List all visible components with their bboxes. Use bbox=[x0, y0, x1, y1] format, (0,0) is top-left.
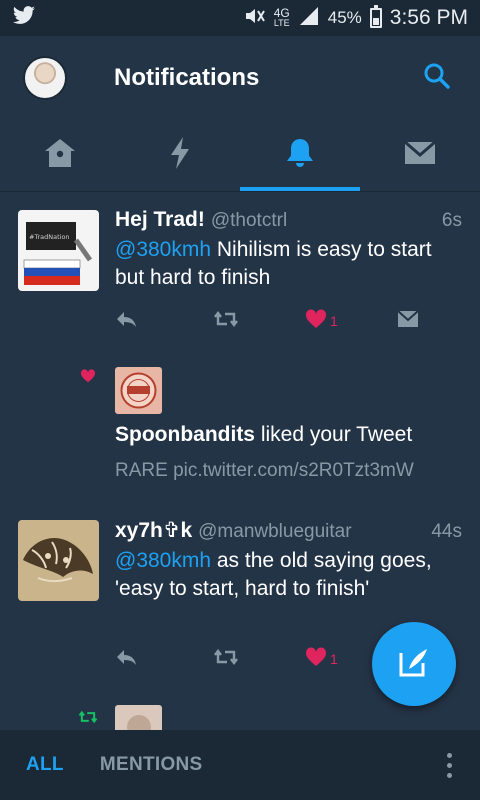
tweet-text: @380kmh Nihilism is easy to start but ha… bbox=[115, 238, 432, 289]
heart-icon bbox=[80, 369, 96, 388]
bottom-filter-bar: ALL MENTIONS bbox=[0, 730, 480, 800]
like-button[interactable]: 1 bbox=[305, 646, 338, 672]
page-title: Notifications bbox=[114, 64, 260, 91]
retweeter-avatar[interactable] bbox=[115, 705, 162, 730]
mute-icon bbox=[244, 6, 266, 31]
battery-percent: 45% bbox=[327, 8, 362, 27]
retweet-icon bbox=[78, 709, 98, 730]
tweet-author-handle[interactable]: @manwblueguitar bbox=[198, 521, 351, 543]
retweet-button[interactable] bbox=[213, 647, 239, 672]
liker-avatar[interactable] bbox=[115, 367, 162, 414]
dm-button[interactable] bbox=[397, 309, 419, 333]
tab-messages[interactable] bbox=[360, 120, 480, 191]
like-button[interactable]: 1 bbox=[305, 308, 338, 334]
liked-tweet-preview[interactable]: RARE pic.twitter.com/s2R0Tzt3mW bbox=[115, 460, 414, 482]
tweet-actions: 1 bbox=[115, 307, 425, 335]
tweet-avatar[interactable] bbox=[18, 520, 99, 601]
tweet-author-name[interactable]: Hej Trad! bbox=[115, 208, 205, 232]
like-notification-text: Spoonbandits liked your Tweet bbox=[115, 423, 413, 446]
retweet-button[interactable] bbox=[213, 309, 239, 334]
home-icon bbox=[43, 137, 77, 174]
reply-button[interactable] bbox=[115, 647, 139, 672]
tweet-timestamp: 6s bbox=[441, 210, 462, 231]
mail-icon bbox=[403, 140, 437, 171]
mention-link[interactable]: @380kmh bbox=[115, 238, 211, 261]
heart-icon bbox=[305, 646, 327, 672]
overflow-menu-button[interactable] bbox=[447, 752, 452, 778]
battery-icon bbox=[369, 5, 382, 28]
signal-icon bbox=[298, 6, 320, 31]
tweet-item[interactable]: #TradNation Hej Trad! @thotctrl 6s @380k… bbox=[0, 193, 480, 353]
network-indicator: 4G LTE bbox=[273, 6, 290, 28]
tab-moments[interactable] bbox=[120, 120, 240, 191]
tab-mentions[interactable]: MENTIONS bbox=[100, 754, 203, 776]
tweet-author-name[interactable]: xy7h✞k bbox=[115, 518, 192, 543]
liker-name[interactable]: Spoonbandits bbox=[115, 423, 255, 446]
tab-home[interactable] bbox=[0, 120, 120, 191]
mention-link[interactable]: @380kmh bbox=[115, 549, 211, 572]
main-tabs bbox=[0, 120, 480, 192]
compose-icon bbox=[397, 645, 431, 684]
svg-text:#TradNation: #TradNation bbox=[29, 233, 70, 241]
retweet-icon bbox=[213, 647, 239, 672]
bell-icon bbox=[285, 136, 315, 175]
status-bar: 4G LTE 45% 3:56 PM bbox=[0, 0, 480, 36]
search-icon bbox=[423, 62, 451, 95]
compose-tweet-button[interactable] bbox=[372, 622, 456, 706]
mail-icon bbox=[397, 309, 419, 333]
more-dots-icon bbox=[447, 752, 452, 758]
retweet-notification[interactable] bbox=[0, 703, 480, 730]
profile-avatar[interactable] bbox=[23, 56, 67, 100]
retweet-icon bbox=[213, 309, 239, 334]
heart-icon bbox=[305, 308, 327, 334]
twitter-bird-icon bbox=[12, 5, 36, 31]
reply-icon bbox=[115, 309, 139, 334]
search-button[interactable] bbox=[422, 63, 452, 93]
tweet-timestamp: 44s bbox=[431, 521, 462, 542]
lightning-icon bbox=[169, 136, 191, 175]
reply-icon bbox=[115, 647, 139, 672]
tab-notifications[interactable] bbox=[240, 120, 360, 191]
tweet-avatar[interactable]: #TradNation bbox=[18, 210, 99, 291]
like-notification[interactable]: Spoonbandits liked your Tweet RARE pic.t… bbox=[0, 363, 480, 493]
reply-button[interactable] bbox=[115, 309, 139, 334]
tweet-author-handle[interactable]: @thotctrl bbox=[211, 210, 287, 232]
tweet-text: @380kmh as the old saying goes, 'easy to… bbox=[115, 549, 432, 600]
like-count: 1 bbox=[330, 651, 338, 667]
clock: 3:56 PM bbox=[389, 6, 468, 29]
app-header: Notifications bbox=[0, 36, 480, 120]
like-count: 1 bbox=[330, 313, 338, 329]
tab-all[interactable]: ALL bbox=[26, 754, 64, 776]
